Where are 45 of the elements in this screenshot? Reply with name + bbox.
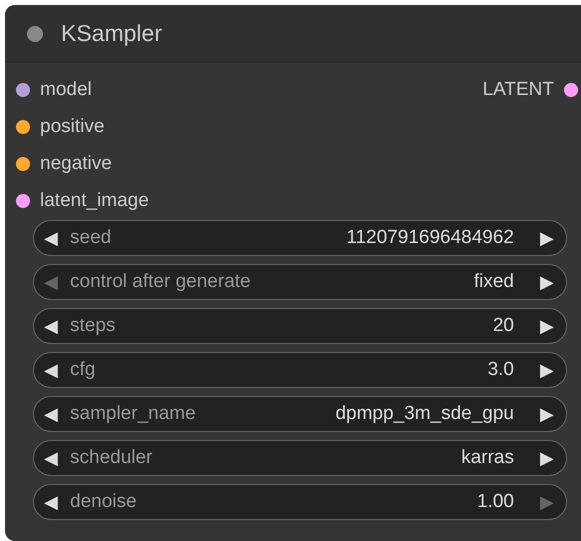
collapse-dot-icon[interactable]: [27, 26, 43, 42]
output-slot-dot[interactable]: [564, 82, 578, 96]
decrement-arrow[interactable]: ◀: [44, 447, 70, 469]
widget-control[interactable]: ◀ sampler_name dpmpp_3m_sde_gpu ▶: [33, 396, 567, 432]
widget-control[interactable]: ◀ scheduler karras ▶: [33, 440, 567, 476]
widget-control[interactable]: ◀ steps 20 ▶: [33, 308, 567, 344]
input-slot-dot[interactable]: [16, 194, 30, 208]
increment-arrow[interactable]: ▶: [528, 227, 554, 249]
widget-value: 1.00: [477, 491, 514, 513]
widget-name: denoise: [70, 491, 138, 513]
widget-name: sampler_name: [70, 403, 197, 425]
widget-name: cfg: [70, 359, 96, 381]
node-title: KSampler: [61, 20, 162, 47]
widget-value: 20: [492, 315, 514, 337]
increment-arrow[interactable]: ▶: [528, 403, 554, 425]
widget-control[interactable]: ◀ cfg 3.0 ▶: [33, 352, 567, 388]
input-label: latent_image: [40, 190, 149, 212]
increment-arrow[interactable]: ▶: [528, 315, 554, 337]
widget-value: fixed: [474, 271, 514, 293]
increment-arrow[interactable]: ▶: [528, 447, 554, 469]
widget-value: 1120791696484962: [346, 227, 514, 249]
decrement-arrow[interactable]: ◀: [44, 227, 70, 249]
input-slot-dot[interactable]: [16, 120, 30, 134]
decrement-arrow[interactable]: ◀: [44, 403, 70, 425]
decrement-arrow[interactable]: ◀: [44, 491, 70, 513]
decrement-arrow[interactable]: ◀: [44, 359, 70, 381]
widget-name: seed: [70, 227, 112, 249]
widget-value: 3.0: [488, 359, 514, 381]
increment-arrow[interactable]: ▶: [528, 359, 554, 381]
output-label: LATENT: [482, 78, 554, 100]
widget-name: steps: [70, 315, 116, 337]
input-label: model: [40, 78, 92, 100]
widget-control[interactable]: ◀ seed 1120791696484962 ▶: [33, 220, 567, 256]
widget-value: karras: [461, 447, 514, 469]
input-slot-dot[interactable]: [16, 156, 30, 170]
input-label: negative: [40, 152, 112, 174]
input-label: positive: [40, 116, 104, 138]
increment-arrow[interactable]: ▶: [528, 271, 554, 293]
widget-control[interactable]: ◀ control after generate fixed ▶: [33, 264, 567, 300]
widget-control[interactable]: ◀ denoise 1.00 ▶: [33, 484, 567, 520]
decrement-arrow[interactable]: ◀: [44, 315, 70, 337]
widget-name: control after generate: [70, 271, 252, 293]
widget-value: dpmpp_3m_sde_gpu: [335, 403, 514, 425]
widget-name: scheduler: [70, 447, 154, 469]
input-slot-dot[interactable]: [16, 82, 30, 96]
